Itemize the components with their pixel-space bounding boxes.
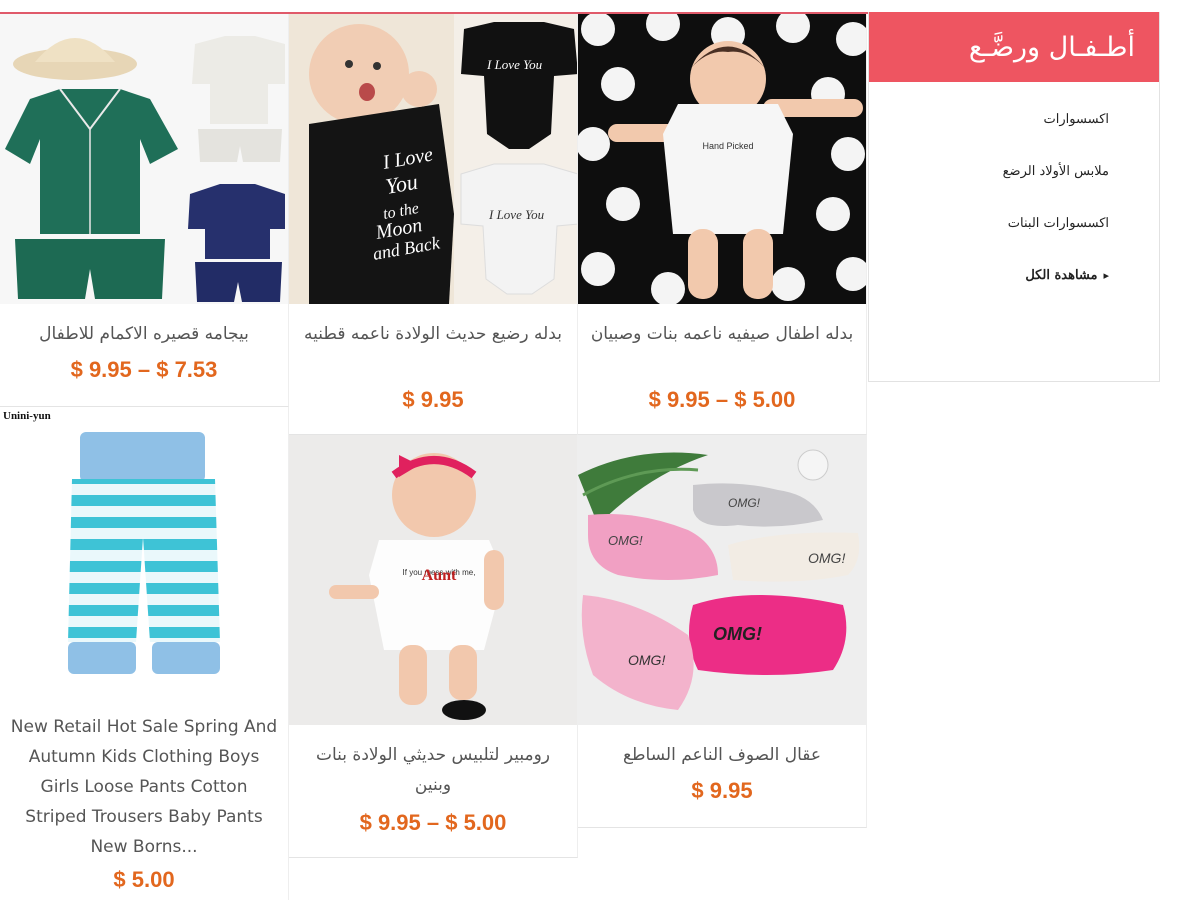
product-card-pajamas[interactable]: بيجامه قصيره الاكمام للاطفال $ 9.95 – $ … [0, 14, 289, 407]
category-list: اكسسوارات ملابس الأولاد الرضع اكسسوارات … [869, 82, 1159, 314]
category-link-accessories[interactable]: اكسسوارات [869, 106, 1109, 158]
product-image[interactable]: I Love You to the Moon and Back I Love Y… [289, 14, 577, 304]
romper-print-text: Aunt [422, 567, 457, 584]
product-image[interactable]: If you mess with me, Aunt [289, 435, 577, 725]
category-panel: أطـفـال ورضَّـع اكسسوارات ملابس الأولاد … [868, 12, 1160, 382]
brand-label: Unini-yun [3, 410, 51, 422]
product-price: $ 9.95 – $ 5.00 [648, 387, 796, 412]
product-price: $ 5.00 [113, 867, 175, 892]
product-card-romper[interactable]: If you mess with me, Aunt رومبير لتلبيس … [289, 435, 578, 858]
svg-text:I Love You: I Love You [486, 57, 543, 72]
view-all-link[interactable]: مشاهدة الكل [869, 262, 1109, 314]
product-image[interactable] [0, 14, 288, 304]
svg-text:OMG!: OMG! [808, 550, 845, 566]
product-card-striped-pants[interactable]: Unini-yun New Retail Hot Sale Spring And… [0, 407, 289, 900]
product-price: $ 9.95 [691, 778, 753, 803]
svg-text:OMG!: OMG! [628, 652, 665, 668]
svg-text:Hand Picked: Hand Picked [702, 141, 753, 151]
svg-text:I Love You: I Love You [488, 207, 545, 222]
svg-text:OMG!: OMG! [608, 533, 643, 548]
headband-print-text: OMG! [713, 624, 762, 644]
product-title[interactable]: New Retail Hot Sale Spring And Autumn Ki… [8, 712, 280, 862]
product-price: $ 9.95 – $ 7.53 [70, 357, 218, 382]
product-image[interactable]: Hand Picked [578, 14, 866, 304]
product-image[interactable]: OMG! OMG! OMG! OMG! OMG! [578, 435, 866, 725]
category-link-baby-boys-clothes[interactable]: ملابس الأولاد الرضع [869, 158, 1109, 210]
product-price: $ 9.95 – $ 5.00 [359, 810, 507, 835]
product-card-baby-suit[interactable]: Hand Picked بدله اطفال صيفيه ناعمه بنات … [578, 14, 867, 435]
product-title[interactable]: عقال الصوف الناعم الساطع [586, 740, 858, 770]
svg-text:OMG!: OMG! [728, 496, 761, 510]
product-image[interactable] [0, 407, 288, 697]
product-title[interactable]: رومبير لتلبيس حديثي الولادة بنات وبنين [297, 740, 569, 800]
product-price: $ 9.95 [402, 387, 464, 412]
category-link-girls-accessories[interactable]: اكسسوارات البنات [869, 210, 1109, 262]
product-title[interactable]: بيجامه قصيره الاكمام للاطفال [8, 319, 280, 349]
category-title: أطـفـال ورضَّـع [869, 12, 1159, 82]
product-card-onesie[interactable]: I Love You to the Moon and Back I Love Y… [289, 14, 578, 435]
product-card-headband[interactable]: OMG! OMG! OMG! OMG! OMG! عقال الصوف النا… [578, 435, 867, 828]
product-title[interactable]: بدله اطفال صيفيه ناعمه بنات وصبيان [586, 319, 858, 349]
product-title[interactable]: بدله رضيع حديث الولادة ناعمه قطنيه [297, 319, 569, 349]
